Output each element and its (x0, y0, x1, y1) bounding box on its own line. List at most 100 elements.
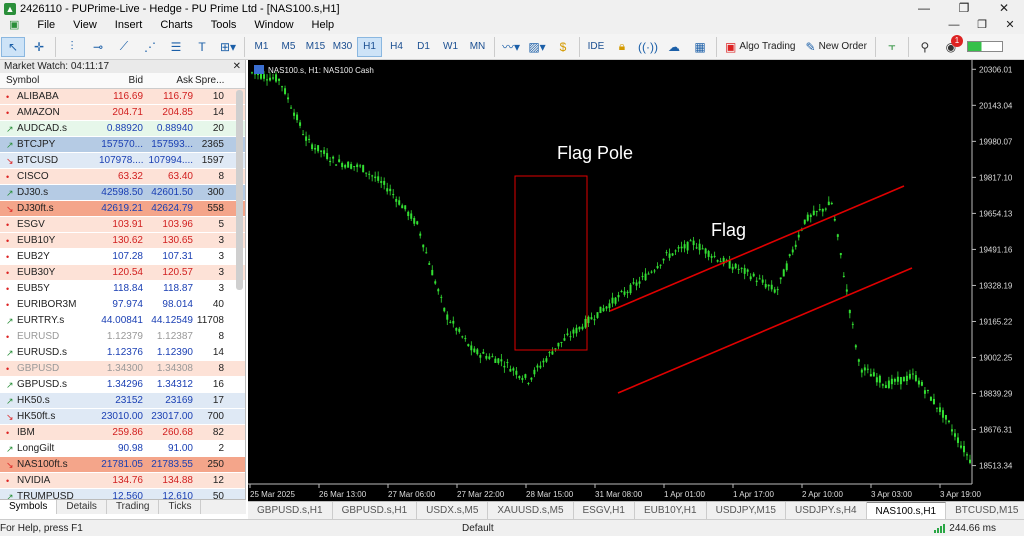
market-watch-row[interactable]: ↗ EURUSD.s 1.12376 1.12390 14 (0, 345, 245, 361)
market-watch-row[interactable]: • EUB30Y 120.54 120.57 3 (0, 265, 245, 281)
market-watch-row[interactable]: • ESGV 103.91 103.96 5 (0, 217, 245, 233)
spread-value: 8 (218, 363, 224, 374)
lock-icon[interactable]: 🔒︎ (610, 37, 634, 57)
chart-tab[interactable]: USDJPY.s,H4 (786, 502, 867, 519)
child-minimize-button[interactable]: — (940, 17, 968, 34)
market-watch-row[interactable]: ↗ EURTRY.s 44.00841 44.12549 11708 (0, 313, 245, 329)
coin-icon[interactable]: $ (551, 37, 575, 57)
chart-tab[interactable]: GBPUSD.s,H1 (333, 502, 418, 519)
menu-charts[interactable]: Charts (151, 17, 201, 34)
market-watch-row[interactable]: • CISCO 63.32 63.40 8 (0, 169, 245, 185)
signal-icon[interactable]: ((·)) (636, 37, 660, 57)
search-icon[interactable]: ⚲ (913, 37, 937, 57)
menu-insert[interactable]: Insert (106, 17, 152, 34)
tf-mn[interactable]: MN (465, 37, 490, 57)
market-icon[interactable]: ▦ (688, 37, 712, 57)
market-watch-row[interactable]: ↘ DJ30ft.s 42619.21 42624.79 558 (0, 201, 245, 217)
market-watch-row[interactable]: • EURIBOR3M 97.974 98.014 40 (0, 297, 245, 313)
market-watch-row[interactable]: • GBPUSD 1.34300 1.34308 8 (0, 361, 245, 377)
chart-canvas[interactable]: 20306.01 20143.04 19980.07 19817.10 19654.13… (248, 60, 1024, 501)
market-watch-row[interactable]: ↗ GBPUSD.s 1.34296 1.34312 16 (0, 377, 245, 393)
col-symbol[interactable]: Symbol (0, 73, 99, 88)
depth-of-market-icon[interactable]: ⫟ (880, 37, 904, 57)
col-spread[interactable]: Spre... (195, 73, 227, 88)
chart-tab[interactable]: EUB10Y,H1 (635, 502, 707, 519)
tf-m15[interactable]: M15 (303, 37, 328, 57)
price-chart[interactable]: 20306.01 20143.04 19980.07 19817.10 19654.13… (248, 60, 1024, 501)
channel-tool-icon[interactable]: ⋰ (138, 37, 162, 57)
new-order-button[interactable]: ✎ New Order (802, 37, 871, 57)
status-profile[interactable]: Default (462, 523, 494, 534)
tf-m5[interactable]: M5 (276, 37, 301, 57)
notifications-icon[interactable]: ◉ 1 (939, 34, 963, 57)
child-close-button[interactable]: ✕ (996, 17, 1024, 34)
market-watch-row[interactable]: ↘ BTCUSD 107978.... 107994.... 1597 (0, 153, 245, 169)
tf-m1[interactable]: M1 (249, 37, 274, 57)
candle-body (674, 250, 677, 252)
menu-tools[interactable]: Tools (202, 17, 246, 34)
menu-file[interactable]: File (28, 17, 64, 34)
market-watch-row[interactable]: ↗ LongGilt 90.98 91.00 2 (0, 441, 245, 457)
tab-details[interactable]: Details (57, 500, 107, 514)
menu-window[interactable]: Window (245, 17, 302, 34)
ide-button[interactable]: IDE (584, 37, 608, 57)
market-watch-row[interactable]: • AMAZON 204.71 204.85 14 (0, 105, 245, 121)
maximize-button[interactable]: ❐ (944, 0, 984, 17)
chart-tab[interactable]: XAUUSD.s,M5 (488, 502, 574, 519)
market-watch-row[interactable]: • EURUSD 1.12379 1.12387 8 (0, 329, 245, 345)
col-bid[interactable]: Bid (99, 73, 145, 88)
chart-tab[interactable]: NAS100.s,H1 (866, 502, 947, 519)
market-watch-row[interactable]: ↗ BTCJPY 157570... 157593... 2365 (0, 137, 245, 153)
trendline-icon[interactable]: ⟋ (112, 37, 136, 57)
indicators-icon[interactable]: ▨▾ (525, 37, 549, 57)
chart-tab[interactable]: USDJPY,M15 (707, 502, 786, 519)
tf-d1[interactable]: D1 (411, 37, 436, 57)
market-watch-close-icon[interactable]: ✕ (233, 60, 241, 73)
tf-w1[interactable]: W1 (438, 37, 463, 57)
market-watch-row[interactable]: • IBM 259.86 260.68 82 (0, 425, 245, 441)
market-watch-row[interactable]: ↗ AUDCAD.s 0.88920 0.88940 20 (0, 121, 245, 137)
algo-trading-button[interactable]: ▣ Algo Trading (721, 37, 800, 57)
shapes-tool-icon[interactable]: ⊞▾ (216, 37, 240, 57)
status-connection[interactable]: 244.66 ms (934, 523, 996, 534)
chart-tab[interactable]: GBPUSD.s,H1 (248, 502, 333, 519)
market-watch-scrollbar[interactable] (236, 90, 243, 290)
menu-view[interactable]: View (64, 17, 106, 34)
candle-body (791, 249, 794, 253)
cloud-icon[interactable]: ☁ (662, 37, 686, 57)
horizontal-line-icon[interactable]: ⊸ (86, 37, 110, 57)
candle-body (833, 218, 836, 221)
market-watch-row[interactable]: • EUB10Y 130.62 130.65 3 (0, 233, 245, 249)
market-watch-row[interactable]: ↘ NAS100ft.s 21781.05 21783.55 250 (0, 457, 245, 473)
chart-tab[interactable]: ESGV,H1 (574, 502, 635, 519)
market-watch-row[interactable]: ↘ HK50ft.s 23010.00 23017.00 700 (0, 409, 245, 425)
tf-h1[interactable]: H1 (357, 36, 382, 57)
market-watch-row[interactable]: ↗ DJ30.s 42598.50 42601.50 300 (0, 185, 245, 201)
close-button[interactable]: ✕ (984, 0, 1024, 17)
tab-symbols[interactable]: Symbols (0, 500, 58, 514)
chart-tab[interactable]: BTCUSD,M15 (946, 502, 1024, 519)
market-watch-row[interactable]: ↗ HK50.s 23152 23169 17 (0, 393, 245, 409)
fibonacci-icon[interactable]: ☰ (164, 37, 188, 57)
tf-m30[interactable]: M30 (330, 37, 355, 57)
chart-tab[interactable]: USDX.s,M5 (417, 502, 489, 519)
market-watch-row[interactable]: • EUB2Y 107.28 107.31 3 (0, 249, 245, 265)
market-watch-row[interactable]: • NVIDIA 134.76 134.88 12 (0, 473, 245, 489)
candle-body (698, 243, 701, 251)
child-restore-button[interactable]: ❐ (968, 17, 996, 34)
cursor-tool-icon[interactable]: ↖ (1, 36, 25, 57)
app-menu-icon[interactable]: ▣ (0, 17, 28, 34)
vertical-line-icon[interactable]: ⫶ (60, 37, 84, 57)
col-ask[interactable]: Ask (145, 73, 195, 88)
chart-type-icon[interactable]: 〰▾ (499, 37, 523, 57)
text-tool-icon[interactable]: T (190, 37, 214, 57)
market-watch-row[interactable]: • EUB5Y 118.84 118.87 3 (0, 281, 245, 297)
tab-trading[interactable]: Trading (107, 500, 160, 514)
tf-h4[interactable]: H4 (384, 37, 409, 57)
menu-help[interactable]: Help (303, 17, 344, 34)
tab-ticks[interactable]: Ticks (159, 500, 202, 514)
minimize-button[interactable]: — (904, 0, 944, 17)
market-watch-row[interactable]: • ALIBABA 116.69 116.79 10 (0, 89, 245, 105)
crosshair-tool-icon[interactable]: ✛ (27, 37, 51, 57)
candle-body (839, 253, 842, 256)
